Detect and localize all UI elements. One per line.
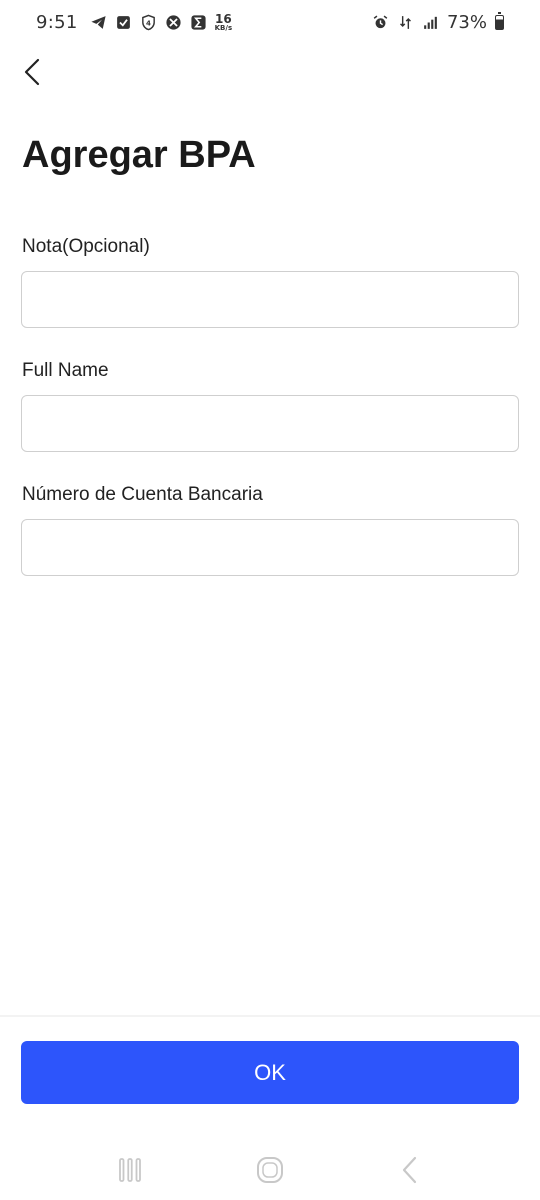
home-icon (257, 1157, 283, 1183)
ok-button[interactable]: OK (21, 1041, 519, 1104)
recent-apps-button[interactable] (100, 1145, 160, 1195)
network-speed: 16 KB/s (215, 13, 232, 32)
network-speed-value: 16 (215, 11, 232, 26)
network-speed-unit: KB/s (214, 23, 233, 32)
home-button[interactable] (240, 1145, 300, 1195)
battery-icon (495, 11, 504, 30)
full-name-input[interactable] (21, 395, 519, 452)
battery-percent: 73% (446, 11, 487, 33)
status-bar: 9:51 4 16 KB/s 73% (0, 0, 540, 44)
status-left: 9:51 4 16 KB/s (36, 12, 232, 33)
xbox-icon (165, 14, 182, 31)
signal-icon (422, 14, 439, 31)
bank-account-input[interactable] (21, 519, 519, 576)
screen: 9:51 4 16 KB/s 73% Agregar BPA Nota(Opci… (0, 0, 540, 1200)
svg-text:4: 4 (146, 18, 151, 27)
status-right: 73% (372, 11, 504, 33)
recent-apps-icon (119, 1158, 141, 1182)
footer-divider (0, 1015, 540, 1017)
data-transfer-icon (397, 14, 414, 31)
back-button[interactable] (12, 52, 52, 92)
check-box-icon (115, 14, 132, 31)
sigma-icon (190, 14, 207, 31)
shield-four-icon: 4 (140, 14, 157, 31)
back-arrow-icon (402, 1156, 417, 1184)
note-label: Nota(Opcional) (22, 236, 150, 257)
status-clock: 9:51 (36, 11, 78, 33)
note-input[interactable] (21, 271, 519, 328)
system-back-button[interactable] (380, 1145, 440, 1195)
full-name-label: Full Name (22, 360, 109, 381)
telegram-icon (90, 14, 107, 31)
bank-account-label: Número de Cuenta Bancaria (22, 484, 263, 505)
alarm-icon (372, 14, 389, 31)
chevron-left-icon (24, 58, 40, 86)
page-title: Agregar BPA (22, 134, 256, 176)
system-nav-bar (0, 1140, 540, 1200)
